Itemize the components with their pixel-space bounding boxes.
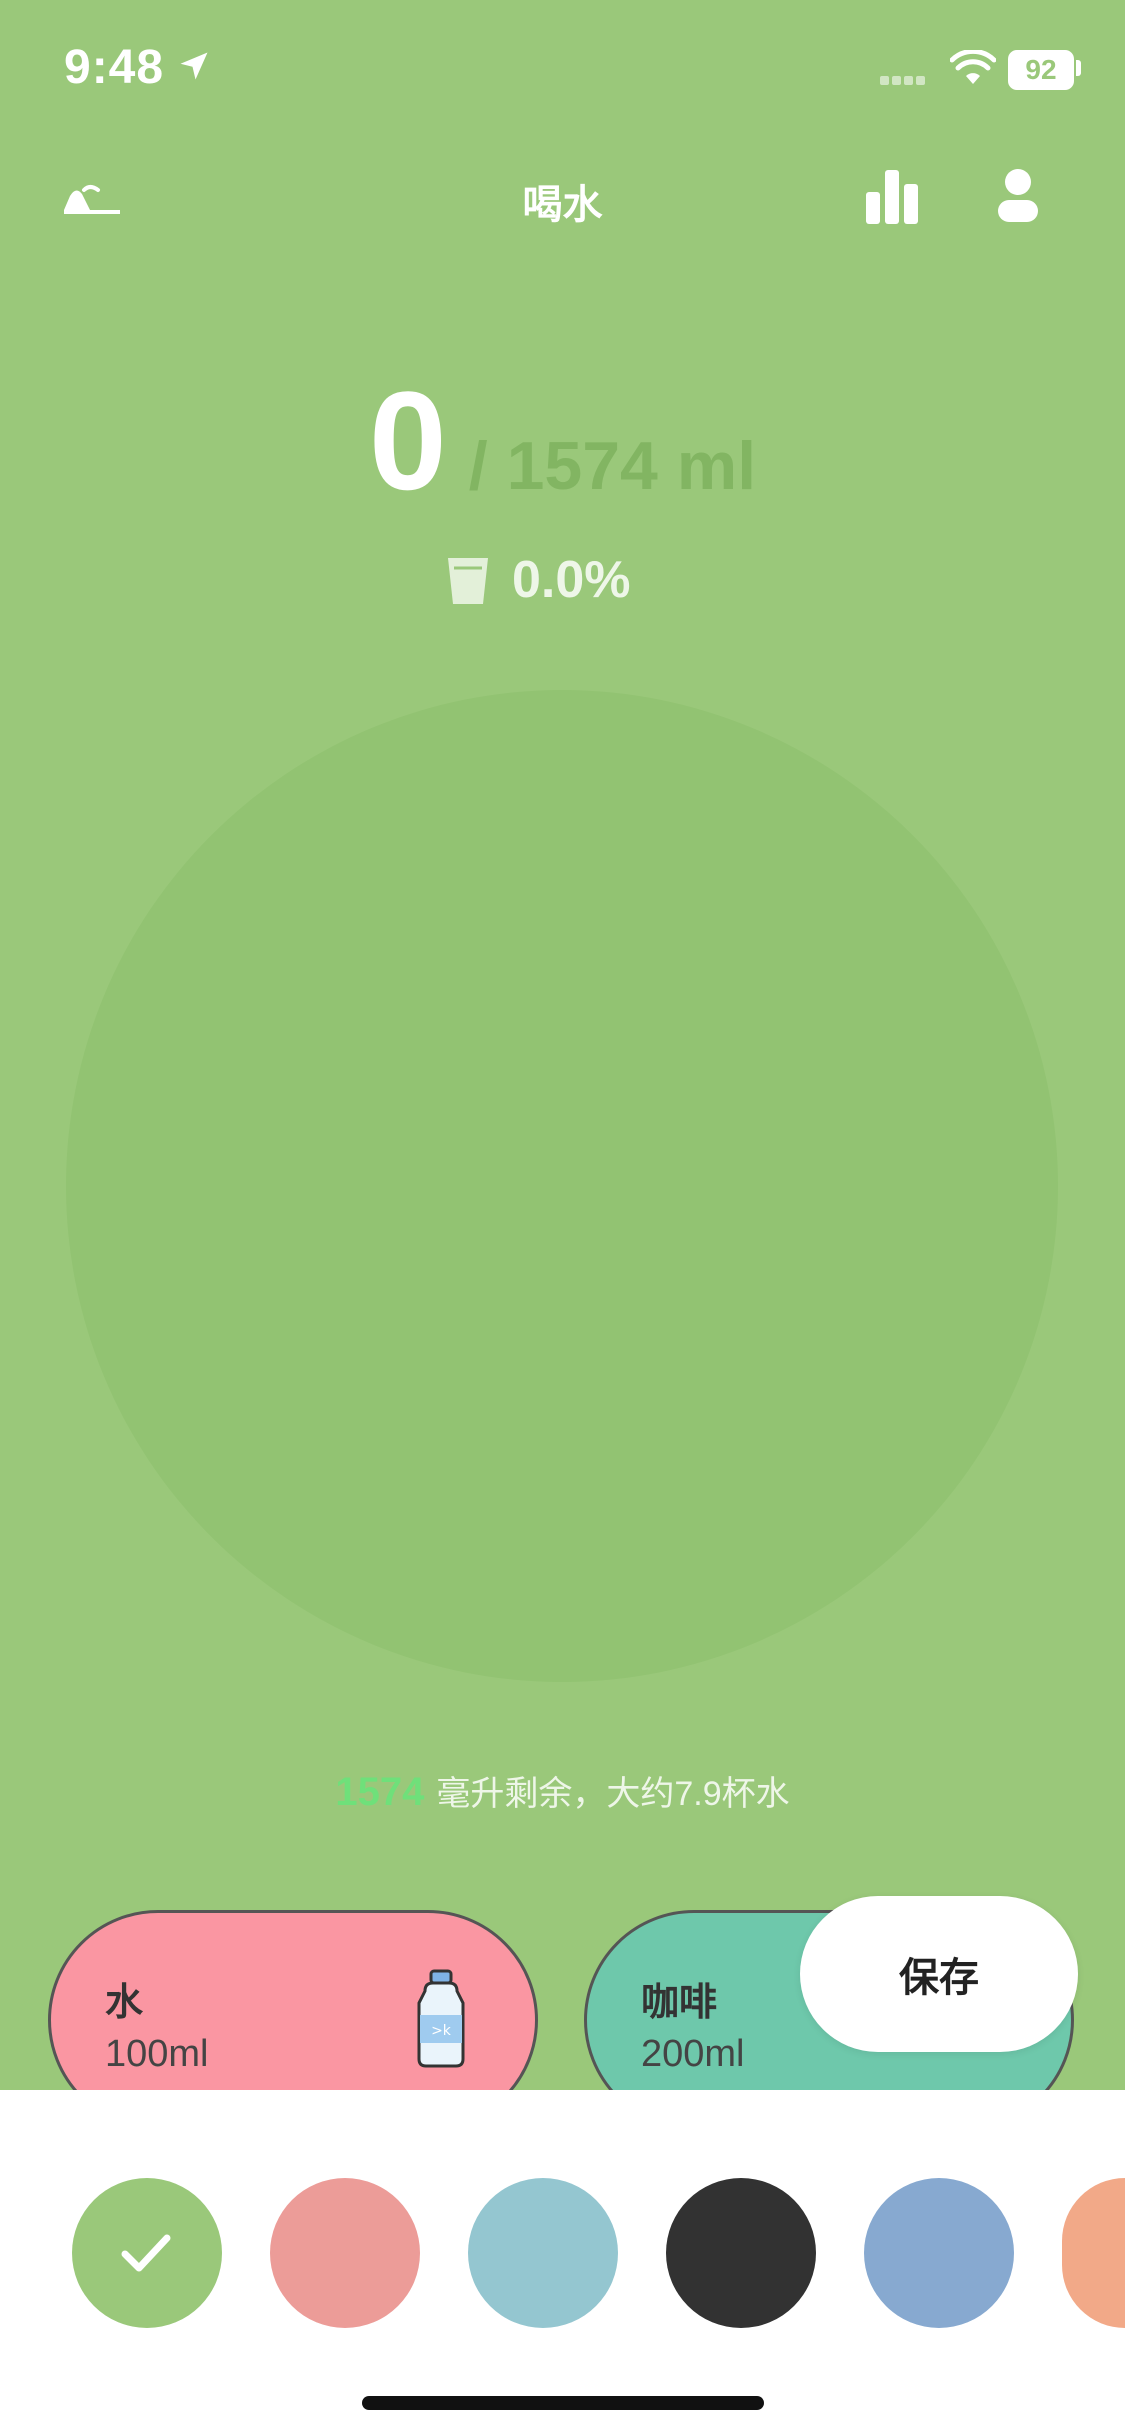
cellular-signal-icon (880, 72, 928, 90)
color-swatch-blue[interactable] (864, 2178, 1014, 2328)
home-indicator (362, 2396, 764, 2410)
battery-cap (1076, 60, 1081, 76)
drink-name: 水 (105, 1982, 144, 2024)
checkmark-icon (121, 2234, 171, 2272)
drink-volume: 100ml (105, 2033, 209, 2075)
user-icon[interactable] (996, 168, 1040, 226)
water-bottle-icon: >k (417, 1969, 465, 2068)
remaining-amount: 1574 (335, 1770, 425, 1814)
status-time: 9:48 (64, 41, 165, 94)
bar-chart-icon[interactable] (866, 170, 918, 224)
color-swatch-black[interactable] (666, 2178, 816, 2328)
battery-indicator: 92 (1008, 50, 1074, 90)
location-arrow-icon (180, 52, 208, 80)
intake-summary: 0 / 1574 ml (0, 360, 1125, 519)
drink-volume: 200ml (641, 2033, 745, 2075)
color-swatch-pink[interactable] (270, 2178, 420, 2328)
cup-icon (448, 558, 488, 604)
color-swatch-teal[interactable] (468, 2178, 618, 2328)
remaining-text: 毫升剩余，大约7.9杯水 (436, 1775, 790, 1813)
drink-name: 咖啡 (641, 1982, 718, 2024)
page-title: 喝水 (522, 183, 603, 227)
save-button[interactable]: 保存 (800, 1896, 1078, 2052)
intake-goal: / 1574 ml (468, 428, 757, 504)
intake-current: 0 (368, 362, 447, 519)
color-swatch-green[interactable] (72, 2178, 222, 2328)
progress-circle[interactable] (66, 690, 1058, 1682)
remaining-info: 1574 毫升剩余，大约7.9杯水 (0, 1766, 1125, 1815)
intake-percent: 0.0% (512, 551, 631, 609)
wifi-icon (950, 50, 996, 84)
svg-text:>k: >k (431, 2023, 452, 2039)
